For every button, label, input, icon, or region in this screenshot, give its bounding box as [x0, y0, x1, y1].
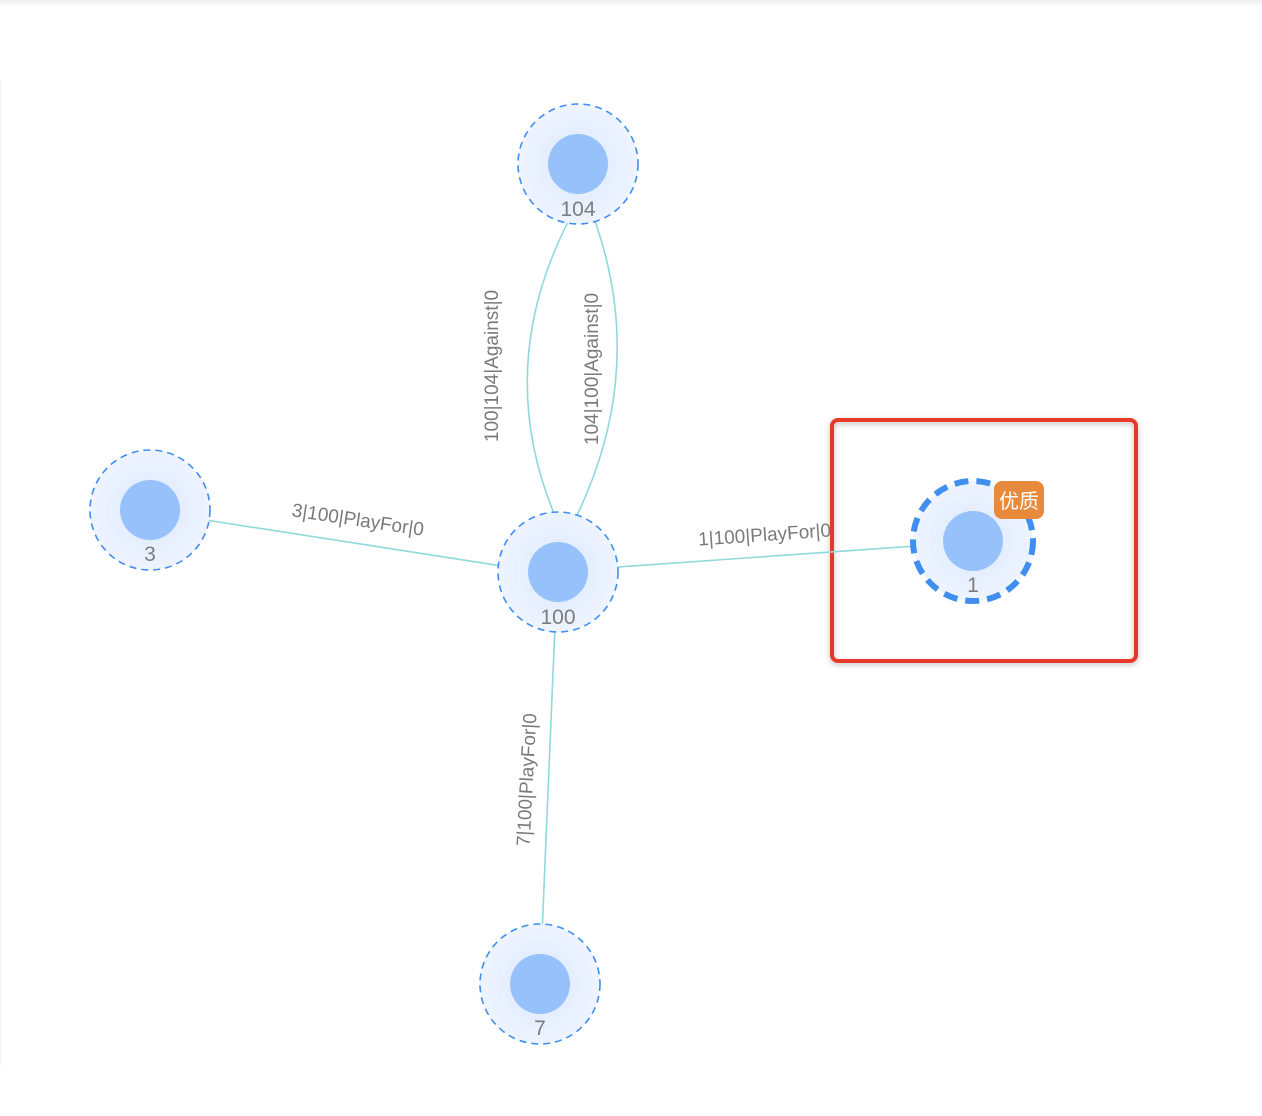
edge-line [526, 191, 585, 549]
quality-badge: 优质 [994, 481, 1044, 519]
edge-line [587, 543, 945, 574]
edge-label: 3|100|PlayFor|0 [290, 500, 425, 540]
node-core [943, 511, 1003, 571]
node-label: 1 [967, 574, 979, 597]
node-label: 100 [540, 606, 575, 629]
nodes-layer: 104 100 3 7 1 优质 [89, 103, 1044, 1045]
node-label: 3 [144, 543, 156, 566]
edge-line [540, 601, 557, 959]
relationship-graph[interactable]: 100|104|Against|0 104|100|Against|0 3|10… [0, 0, 1262, 1116]
edge-1-100[interactable]: 1|100|PlayFor|0 [587, 520, 945, 574]
edge-104-100[interactable]: 104|100|Against|0 [561, 192, 618, 546]
node-label: 7 [534, 1017, 546, 1040]
node-100[interactable]: 100 [497, 511, 619, 633]
edge-label: 1|100|PlayFor|0 [697, 520, 831, 550]
node-104[interactable]: 104 [517, 103, 639, 225]
edge-3-100[interactable]: 3|100|PlayFor|0 [179, 500, 530, 574]
edge-100-104[interactable]: 100|104|Against|0 [482, 191, 585, 549]
node-3[interactable]: 3 [89, 449, 211, 571]
badge-label: 优质 [999, 489, 1039, 513]
edge-label: 7|100|PlayFor|0 [514, 713, 542, 847]
node-core [528, 542, 588, 602]
node-core [510, 954, 570, 1014]
edge-label: 104|100|Against|0 [582, 293, 603, 445]
node-core [120, 480, 180, 540]
edge-label: 100|104|Against|0 [482, 290, 503, 442]
node-7[interactable]: 7 [479, 923, 601, 1045]
node-1-selected[interactable]: 1 优质 [910, 478, 1044, 604]
edge-7-100[interactable]: 7|100|PlayFor|0 [514, 601, 557, 959]
node-core [548, 134, 608, 194]
node-label: 104 [560, 198, 595, 221]
